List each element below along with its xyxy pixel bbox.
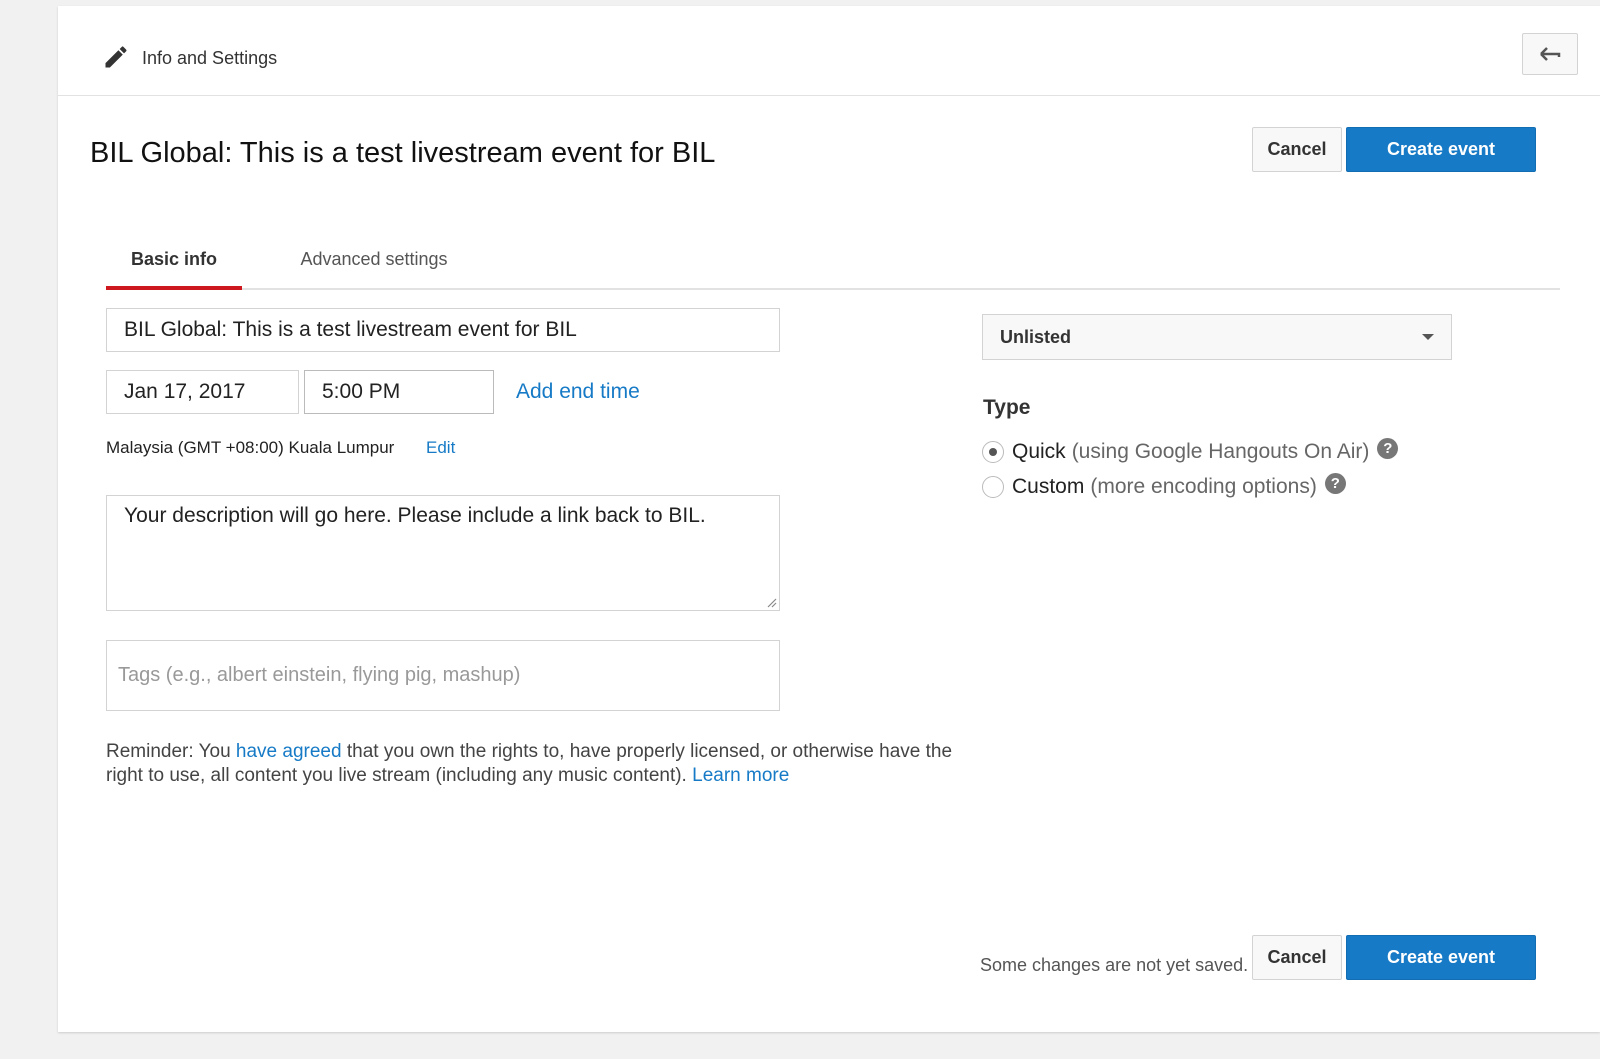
- tab-bar: Basic info Advanced settings: [106, 230, 1560, 290]
- info-settings-panel: Info and Settings BIL Global: This is a …: [58, 6, 1600, 1032]
- cancel-button-bottom[interactable]: Cancel: [1252, 935, 1342, 980]
- tags-input[interactable]: Tags (e.g., albert einstein, flying pig,…: [106, 640, 780, 711]
- cancel-button-top[interactable]: Cancel: [1252, 127, 1342, 172]
- tab-basic-info[interactable]: Basic info: [106, 230, 242, 290]
- unsaved-status: Some changes are not yet saved.: [980, 955, 1249, 975]
- description-text: Your description will go here. Please in…: [124, 504, 706, 527]
- type-heading: Type: [983, 396, 1031, 419]
- type-option-quick[interactable]: Quick (using Google Hangouts On Air) ?: [982, 437, 1399, 467]
- start-date-input[interactable]: Jan 17, 2017: [106, 370, 299, 414]
- create-event-button-bottom[interactable]: Create event: [1346, 935, 1536, 980]
- timezone-label: Malaysia (GMT +08:00) Kuala Lumpur: [106, 438, 395, 457]
- quick-label: Quick: [1012, 440, 1066, 463]
- privacy-selected-value: Unlisted: [1000, 326, 1072, 347]
- event-title: BIL Global: This is a test livestream ev…: [90, 137, 716, 169]
- start-time-input[interactable]: 5:00 PM: [304, 370, 494, 414]
- back-button[interactable]: [1522, 33, 1578, 75]
- help-icon[interactable]: ?: [1377, 437, 1399, 459]
- reminder-prefix: Reminder: You: [106, 741, 236, 762]
- custom-label: Custom: [1012, 475, 1085, 498]
- chevron-down-icon: [1422, 334, 1434, 340]
- pencil-icon: [105, 46, 127, 68]
- event-title-input[interactable]: BIL Global: This is a test livestream ev…: [106, 308, 780, 352]
- have-agreed-link[interactable]: have agreed: [236, 741, 342, 762]
- rights-reminder: Reminder: You have agreed that you own t…: [106, 740, 966, 788]
- description-textarea[interactable]: Your description will go here. Please in…: [106, 495, 780, 611]
- tags-placeholder: Tags (e.g., albert einstein, flying pig,…: [118, 664, 521, 686]
- quick-radio[interactable]: [982, 441, 1004, 463]
- type-option-custom[interactable]: Custom (more encoding options) ?: [982, 472, 1346, 502]
- privacy-select[interactable]: Unlisted: [982, 314, 1452, 360]
- custom-radio[interactable]: [982, 476, 1004, 498]
- add-end-time-link[interactable]: Add end time: [516, 380, 640, 404]
- panel-header: Info and Settings: [58, 6, 1600, 96]
- help-icon[interactable]: ?: [1324, 472, 1346, 494]
- panel-title: Info and Settings: [142, 48, 278, 68]
- create-event-button-top[interactable]: Create event: [1346, 127, 1536, 172]
- learn-more-link[interactable]: Learn more: [692, 765, 789, 786]
- custom-detail: (more encoding options): [1090, 475, 1317, 498]
- back-arrow-icon: [1540, 47, 1561, 61]
- quick-detail: (using Google Hangouts On Air): [1071, 440, 1370, 463]
- tab-advanced-settings[interactable]: Advanced settings: [274, 230, 474, 288]
- timezone-edit-link[interactable]: Edit: [426, 438, 455, 458]
- resize-handle-icon[interactable]: [765, 596, 777, 608]
